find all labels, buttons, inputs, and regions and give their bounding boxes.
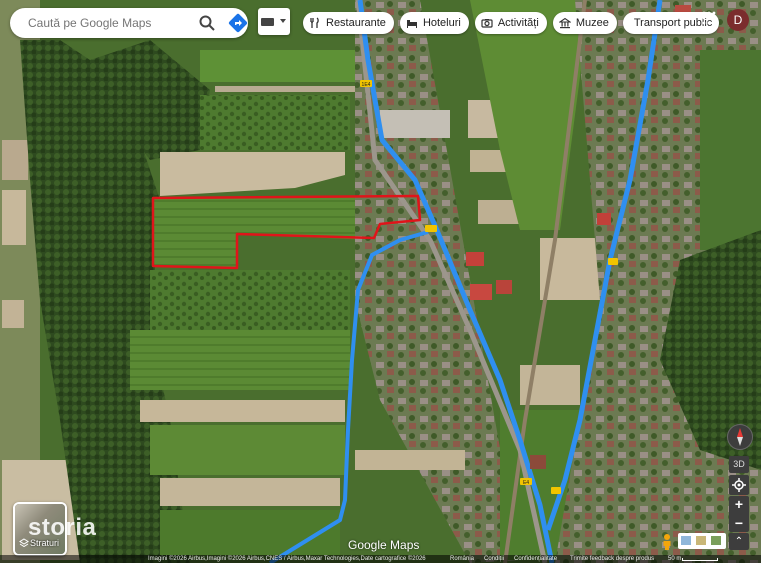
chip-label: Restaurante [326, 17, 386, 29]
category-chips: Restaurante Hoteluri Activități Muzee Tr… [303, 12, 719, 34]
zoom-in-button[interactable]: + [729, 496, 749, 513]
pegman-icon[interactable] [659, 533, 675, 551]
chevron-down-icon[interactable] [280, 19, 286, 23]
satellite-map[interactable]: 1E4 E4 [0, 0, 761, 563]
chip-label: Activități [497, 17, 539, 29]
road-label: E4 [523, 480, 529, 486]
privacy-link[interactable]: Confidențialitate [514, 555, 557, 563]
chip-restaurants[interactable]: Restaurante [303, 12, 394, 34]
compass-icon [737, 428, 743, 446]
terms-link[interactable]: Condiții [484, 555, 504, 563]
expand-button[interactable]: ⌃ [729, 533, 749, 550]
my-location-button[interactable] [729, 475, 749, 495]
fork-knife-icon [310, 17, 319, 28]
account-avatar[interactable]: D [727, 9, 749, 31]
google-maps-logo: Google Maps [348, 538, 420, 552]
apps-grid-icon[interactable] [702, 11, 716, 25]
chip-label: Transport public [633, 17, 713, 29]
scale-bar [682, 558, 718, 561]
directions-icon[interactable] [228, 13, 248, 33]
terrain-thumb [696, 536, 706, 545]
keyboard-icon [261, 18, 274, 26]
bed-icon [406, 20, 417, 28]
camera-icon [481, 19, 493, 28]
feedback-link[interactable]: Trimite feedback despre produs [570, 555, 654, 563]
my-location-icon [732, 478, 746, 492]
chip-label: Hoteluri [422, 17, 461, 29]
storia-watermark: storia [28, 514, 97, 541]
zoom-out-button[interactable]: − [729, 515, 749, 532]
map-thumb [681, 536, 691, 545]
chip-hotels[interactable]: Hoteluri [399, 12, 469, 34]
chip-museums[interactable]: Muzee [552, 12, 617, 34]
tilt-3d-button[interactable]: 3D [729, 456, 749, 473]
imagery-attribution: Imagini ©2026 Airbus,Imagini ©2026 Airbu… [148, 556, 426, 562]
chip-label: Muzee [575, 17, 609, 29]
search-input[interactable] [26, 15, 180, 31]
road-label: 1E4 [362, 82, 371, 88]
keyboard-button[interactable] [258, 8, 290, 35]
scale-label[interactable]: 50 m [668, 555, 681, 563]
museum-icon [558, 17, 571, 29]
attribution-footer: Imagini ©2026 Airbus,Imagini ©2026 Airbu… [0, 555, 761, 563]
search-icon[interactable] [198, 14, 216, 32]
compass-button[interactable] [727, 424, 753, 450]
country-label[interactable]: România [450, 555, 474, 563]
satellite-thumb [711, 536, 721, 545]
imagery-type-toggle[interactable] [678, 533, 726, 549]
chip-activities[interactable]: Activități [474, 12, 547, 34]
search-box[interactable] [10, 8, 248, 38]
zoom-controls: + − [729, 496, 749, 532]
